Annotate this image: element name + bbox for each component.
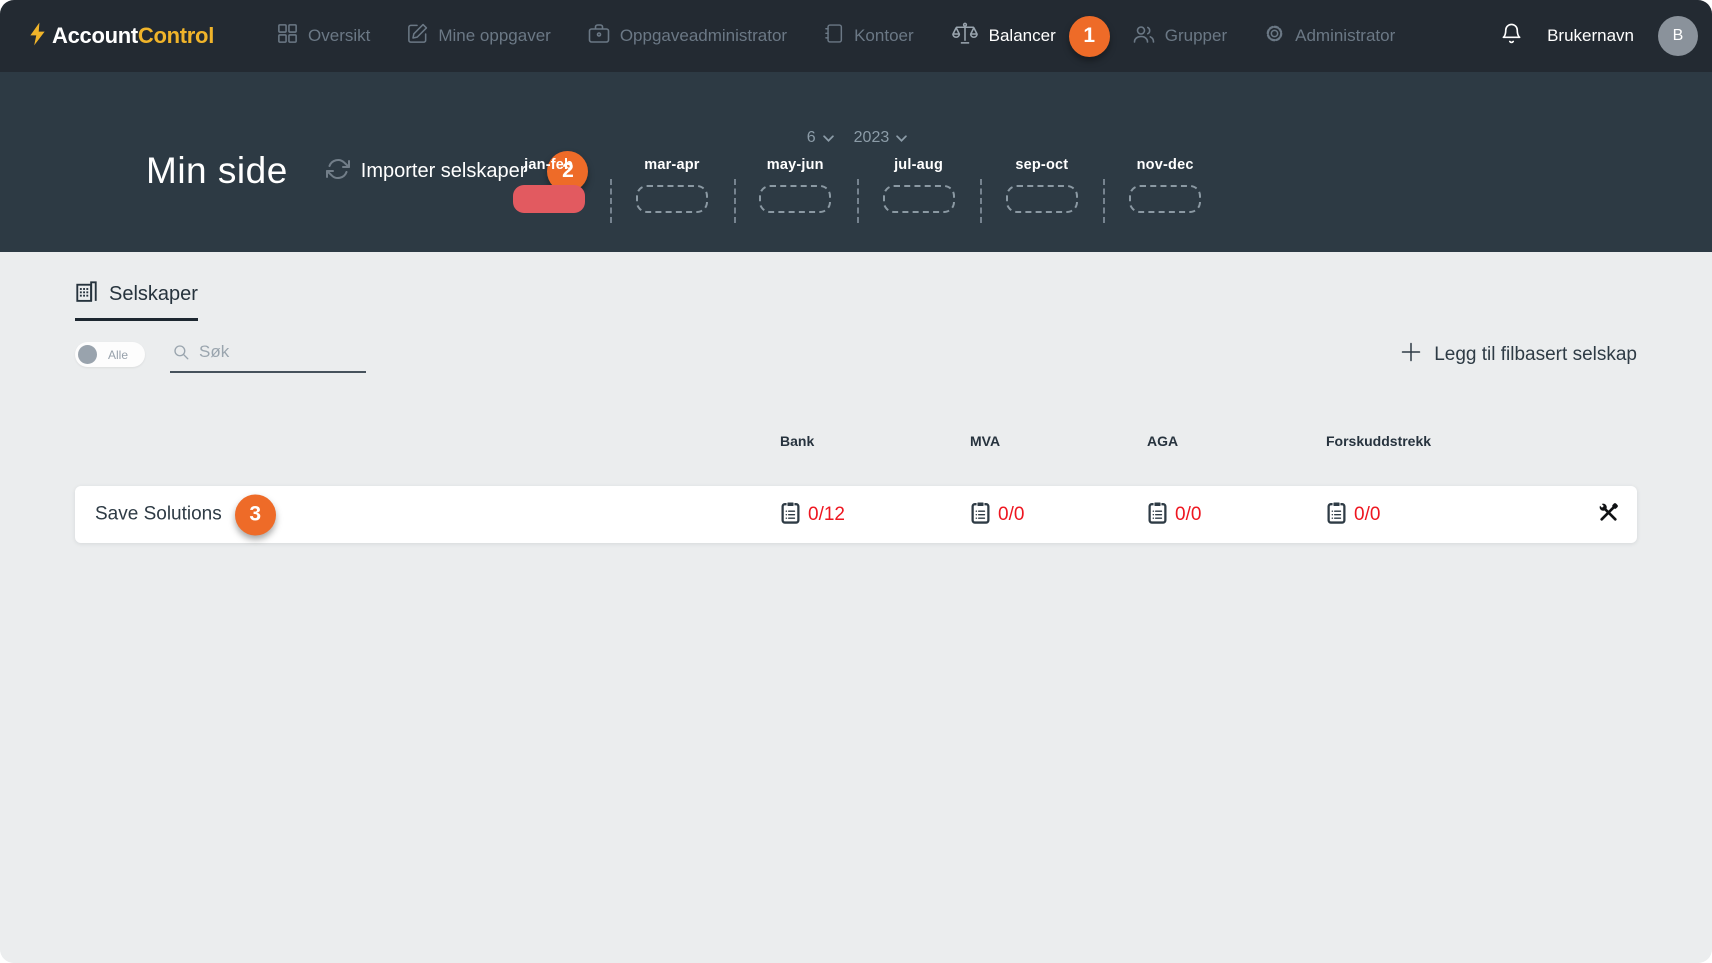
period-label: sep-oct — [1015, 157, 1068, 175]
period-cell-mar-apr: mar-apr — [610, 157, 733, 213]
nav-item-label: Kontoer — [854, 26, 914, 46]
page-title: Min side — [146, 150, 288, 192]
nav-item-label: Oppgaveadministrator — [620, 26, 787, 46]
grid-icon — [276, 22, 299, 50]
clipboard-icon — [970, 501, 991, 529]
clipboard-icon — [1147, 501, 1168, 529]
period-cell-nov-dec: nov-dec — [1103, 157, 1226, 213]
clipboard-icon — [1326, 501, 1347, 529]
app-window: AccountControl Oversikt Mine oppgaver Op… — [0, 0, 1712, 963]
row-settings-button[interactable] — [1596, 500, 1621, 530]
period-cell-sep-oct: sep-oct — [980, 157, 1103, 213]
period-cell-jul-aug: jul-aug — [857, 157, 980, 213]
aga-status-cell[interactable]: 0/0 — [1147, 501, 1201, 529]
period-label: jan-feb — [524, 157, 573, 175]
month-dropdown[interactable]: 6 — [807, 129, 834, 147]
period-button-mar-apr[interactable] — [636, 185, 708, 213]
page-header: Min side Importer selskaper 2 6 2023 — [0, 72, 1712, 252]
bank-status-cell[interactable]: 0/12 — [780, 501, 845, 529]
people-icon — [1132, 22, 1156, 51]
brand-logo[interactable]: AccountControl — [28, 21, 214, 52]
company-name-cell[interactable]: Save Solutions 3 — [95, 494, 276, 535]
period-button-jul-aug[interactable] — [883, 185, 955, 213]
nav-item-kontoer[interactable]: Kontoer — [823, 22, 914, 50]
step-badge-3: 3 — [235, 494, 276, 535]
mva-status-value: 0/0 — [998, 504, 1024, 526]
navbar-right: Brukernavn B — [1500, 16, 1698, 56]
period-button-sep-oct[interactable] — [1006, 185, 1078, 213]
month-dropdown-value: 6 — [807, 129, 816, 147]
nav-item-balancer[interactable]: Balancer 1 — [950, 16, 1096, 57]
period-button-jan-feb[interactable] — [513, 185, 585, 213]
brand-name: AccountControl — [52, 23, 214, 49]
main-nav: Oversikt Mine oppgaver Oppgaveadministra… — [276, 16, 1395, 57]
period-label: may-jun — [767, 157, 824, 175]
forskuddstrekk-status-value: 0/0 — [1354, 504, 1380, 526]
avatar[interactable]: B — [1658, 16, 1698, 56]
username-label: Brukernavn — [1547, 26, 1634, 46]
nav-item-label: Grupper — [1165, 26, 1227, 46]
column-header-mva: MVA — [970, 433, 1000, 449]
table-row[interactable]: Save Solutions 3 0/12 0/0 — [75, 486, 1637, 543]
period-button-nov-dec[interactable] — [1129, 185, 1201, 213]
top-navbar: AccountControl Oversikt Mine oppgaver Op… — [0, 0, 1712, 72]
step-badge-1: 1 — [1069, 16, 1110, 57]
period-cell-jan-feb: jan-feb — [487, 157, 610, 213]
bank-status-value: 0/12 — [808, 504, 845, 526]
main-content: Selskaper Alle Legg til filbasert selska… — [0, 252, 1712, 963]
edit-icon — [406, 22, 429, 50]
period-button-may-jun[interactable] — [759, 185, 831, 213]
year-dropdown[interactable]: 2023 — [854, 129, 908, 147]
tools-icon — [1596, 512, 1621, 529]
lightning-bolt-icon — [28, 21, 47, 52]
nav-item-oversikt[interactable]: Oversikt — [276, 22, 370, 50]
nav-item-label: Mine oppgaver — [438, 26, 550, 46]
year-dropdown-value: 2023 — [854, 129, 890, 147]
refresh-icon — [326, 157, 350, 186]
column-header-aga: AGA — [1147, 433, 1178, 449]
period-cell-may-jun: may-jun — [734, 157, 857, 213]
column-header-bank: Bank — [780, 433, 814, 449]
chevron-down-icon — [823, 129, 834, 147]
aga-status-value: 0/0 — [1175, 504, 1201, 526]
nav-item-administrator[interactable]: Administrator — [1263, 22, 1395, 50]
mva-status-cell[interactable]: 0/0 — [970, 501, 1024, 529]
ledger-icon — [823, 22, 845, 50]
companies-table: Bank MVA AGA Forskuddstrekk Save Solutio… — [75, 252, 1637, 963]
nav-item-oppgaveadministrator[interactable]: Oppgaveadministrator — [587, 22, 787, 51]
nav-item-label: Balancer — [989, 26, 1056, 46]
period-label: mar-apr — [644, 157, 699, 175]
period-label: jul-aug — [894, 157, 943, 175]
nav-item-label: Administrator — [1295, 26, 1395, 46]
column-header-forskuddstrekk: Forskuddstrekk — [1326, 433, 1431, 449]
nav-item-grupper[interactable]: Grupper — [1132, 22, 1227, 51]
period-selector: 6 2023 jan-feb mar-apr may-ju — [487, 129, 1227, 213]
gear-icon — [1263, 22, 1286, 50]
company-name: Save Solutions — [95, 504, 222, 526]
clipboard-icon — [780, 501, 801, 529]
nav-item-mine-oppgaver[interactable]: Mine oppgaver — [406, 22, 550, 50]
briefcase-icon — [587, 22, 611, 51]
nav-item-label: Oversikt — [308, 26, 370, 46]
chevron-down-icon — [896, 129, 907, 147]
period-label: nov-dec — [1137, 157, 1194, 175]
scales-icon — [950, 21, 980, 51]
forskuddstrekk-status-cell[interactable]: 0/0 — [1326, 501, 1380, 529]
bell-icon[interactable] — [1500, 22, 1523, 50]
